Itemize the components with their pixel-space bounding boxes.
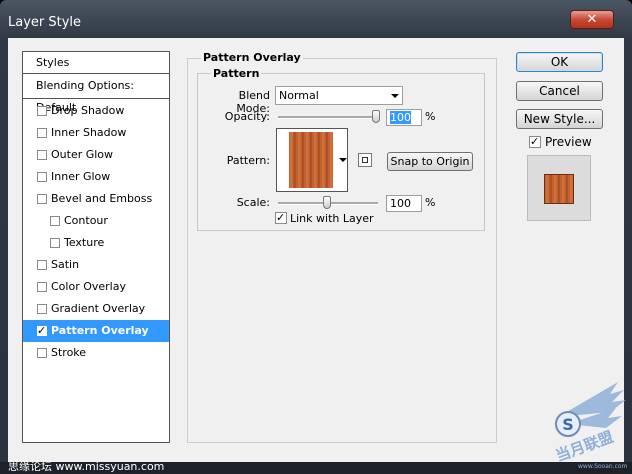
style-item-label: Bevel and Emboss (51, 192, 153, 205)
style-item-label: Satin (51, 258, 80, 271)
style-item-label: Color Overlay (51, 280, 126, 293)
pattern-group-title: Pattern (211, 67, 262, 80)
new-preset-icon[interactable] (358, 153, 372, 167)
blend-mode-select[interactable]: Normal (275, 86, 403, 105)
style-item-outer-glow[interactable]: Outer Glow (23, 144, 169, 166)
texture-checkbox[interactable] (50, 238, 60, 248)
style-item-label: Contour (64, 214, 108, 227)
pattern-overlay-checkbox[interactable]: ✓ (37, 324, 47, 337)
inner-glow-checkbox[interactable] (37, 172, 47, 182)
opacity-slider-thumb[interactable] (372, 110, 380, 123)
title-bar[interactable]: Layer Style ✕ (0, 0, 632, 36)
style-item-label: Texture (64, 236, 105, 249)
chevron-down-icon (391, 94, 399, 98)
svg-text:S: S (562, 415, 574, 434)
close-button[interactable]: ✕ (570, 10, 614, 29)
style-item-label: Inner Glow (51, 170, 111, 183)
opacity-input[interactable]: 100 (386, 109, 422, 126)
stroke-checkbox[interactable] (37, 348, 47, 358)
style-item-bevel-emboss[interactable]: Bevel and Emboss (23, 188, 169, 210)
pattern-picker[interactable] (276, 128, 348, 192)
drop-shadow-checkbox[interactable] (37, 106, 47, 116)
inner-shadow-checkbox[interactable] (37, 128, 47, 138)
style-item-color-overlay[interactable]: Color Overlay (23, 276, 169, 298)
link-with-layer-label: Link with Layer (290, 212, 374, 225)
style-item-satin[interactable]: Satin (23, 254, 169, 276)
scale-label: Scale: (236, 196, 270, 209)
checkmark-icon: ✓ (37, 324, 47, 337)
style-item-contour[interactable]: Contour (23, 210, 169, 232)
style-item-inner-glow[interactable]: Inner Glow (23, 166, 169, 188)
new-style-button[interactable]: New Style... (516, 109, 603, 129)
style-item-label: Drop Shadow (51, 104, 125, 117)
style-item-drop-shadow[interactable]: Drop Shadow (23, 100, 169, 122)
styles-header[interactable]: Styles (23, 52, 169, 74)
scale-input[interactable]: 100 (386, 195, 422, 212)
style-item-texture[interactable]: Texture (23, 232, 169, 254)
ok-button[interactable]: OK (516, 52, 603, 72)
gradient-overlay-checkbox[interactable] (37, 304, 47, 314)
window-title: Layer Style (8, 15, 82, 30)
snap-to-origin-button[interactable]: Snap to Origin (387, 152, 473, 171)
style-item-inner-shadow[interactable]: Inner Shadow (23, 122, 169, 144)
checkmark-icon: ✓ (530, 135, 540, 148)
style-item-label: Inner Shadow (51, 126, 127, 139)
site-watermark: 思缘论坛 www.missyuan.com (8, 460, 165, 473)
watermark-logo: S 当月联盟 www.Sooan.com (553, 382, 628, 470)
scale-unit: % (425, 196, 436, 209)
opacity-slider-track[interactable] (278, 116, 378, 119)
styles-list: Styles Blending Options: Default Drop Sh… (22, 51, 170, 443)
preview-checkbox[interactable]: ✓ (529, 135, 541, 148)
opacity-value: 100 (390, 111, 411, 124)
cancel-button[interactable]: Cancel (516, 81, 603, 101)
satin-checkbox[interactable] (37, 260, 47, 270)
style-item-gradient-overlay[interactable]: Gradient Overlay (23, 298, 169, 320)
opacity-label: Opacity: (224, 110, 270, 123)
contour-checkbox[interactable] (50, 216, 60, 226)
style-item-label: Outer Glow (51, 148, 114, 161)
pattern-label: Pattern: (226, 154, 270, 167)
style-item-label: Pattern Overlay (51, 324, 149, 337)
outer-glow-checkbox[interactable] (37, 150, 47, 160)
style-item-label: Gradient Overlay (51, 302, 146, 315)
style-item-pattern-overlay[interactable]: ✓ Pattern Overlay (23, 320, 169, 342)
preview-thumbnail (527, 155, 591, 221)
scale-value: 100 (390, 197, 411, 210)
blending-options-item[interactable]: Blending Options: Default (23, 75, 169, 114)
preview-label: Preview (545, 135, 592, 149)
style-item-stroke[interactable]: Stroke (23, 342, 169, 364)
link-with-layer-checkbox[interactable]: ✓ (275, 211, 287, 224)
panel-title: Pattern Overlay (201, 51, 303, 64)
wood-pattern-swatch (289, 132, 333, 188)
new-preset-glyph (362, 157, 368, 163)
opacity-unit: % (425, 110, 436, 123)
color-overlay-checkbox[interactable] (37, 282, 47, 292)
scale-slider-thumb[interactable] (323, 196, 331, 209)
style-item-label: Stroke (51, 346, 87, 359)
bevel-emboss-checkbox[interactable] (37, 194, 47, 204)
checkmark-icon: ✓ (276, 211, 286, 224)
preview-swatch (544, 174, 574, 204)
blend-mode-value: Normal (279, 89, 319, 102)
pattern-dropdown-icon[interactable] (339, 158, 347, 162)
svg-text:www.Sooan.com: www.Sooan.com (578, 463, 628, 470)
